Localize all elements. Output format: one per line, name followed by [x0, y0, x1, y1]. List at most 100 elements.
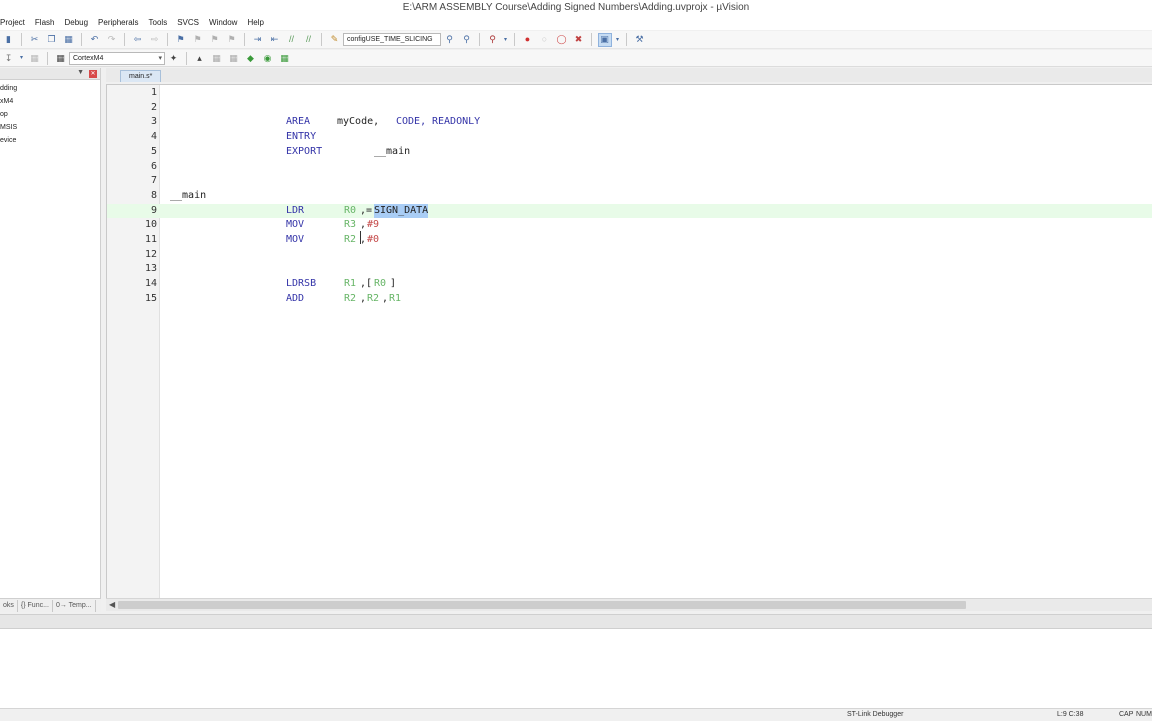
line-number: 7 — [150, 175, 157, 187]
disable-all-breakpoints-icon[interactable]: ◯ — [555, 33, 569, 47]
code-line[interactable]: 11 MOV R2, #0 — [107, 233, 1152, 248]
pin-icon[interactable]: ▼ — [77, 69, 84, 76]
status-bar: ST-Link Debugger L:9 C:38 CAP NUM — [0, 708, 1152, 720]
code-editor[interactable]: 1 2 3 AREA myCode, CODE, READONLY 4 ENTRY 5 EXPORT… — [106, 84, 1152, 599]
window-layout-icon[interactable]: ▣ — [597, 32, 612, 47]
tree-item-cmsis[interactable]: MSIS — [0, 121, 100, 134]
chevron-down-icon[interactable]: ▾ — [615, 33, 621, 47]
scrollbar-thumb[interactable] — [118, 601, 966, 609]
code-line[interactable]: 4 ENTRY — [107, 130, 1152, 145]
tree-item-device[interactable]: evice — [0, 134, 100, 147]
code-token: , — [382, 292, 389, 304]
kill-all-breakpoints-icon[interactable]: ✖ — [572, 33, 586, 47]
tree-item-project[interactable]: dding — [0, 82, 100, 95]
redo-icon[interactable]: ↷ — [105, 33, 119, 47]
code-line[interactable]: 10 MOV R3, #9 — [107, 218, 1152, 233]
code-line[interactable]: 8 __main — [107, 189, 1152, 204]
copy-icon[interactable]: ❐ — [45, 33, 59, 47]
incremental-find-icon[interactable]: ⚲ — [460, 33, 474, 47]
breakpoint-icon[interactable]: ● — [521, 33, 535, 47]
target-combo[interactable]: CortexM4 ▾ — [69, 51, 165, 65]
menu-project[interactable]: Project — [0, 16, 30, 30]
toolbar-separator — [321, 33, 322, 46]
save-icon[interactable]: ▮ — [2, 33, 16, 47]
code-line[interactable]: 9 LDR R0 ,= SIGN_DATA — [107, 203, 1152, 219]
next-bookmark-icon[interactable]: ⚑ — [208, 33, 222, 47]
code-line[interactable]: 5 EXPORT __main — [107, 145, 1152, 160]
pack-installer-icon[interactable]: ◉ — [261, 51, 275, 65]
menu-peripherals[interactable]: Peripherals — [93, 16, 143, 30]
build-toolbar: ↧ ▾ ▦ ▦ CortexM4 ▾ ✦ ▴ ▦ ▦ ◆ ◉ ▦ — [0, 50, 1152, 67]
horizontal-scrollbar[interactable]: ◀ — [106, 598, 1152, 611]
manage-project-icon[interactable]: ▴ — [193, 51, 207, 65]
code-token: SIGN_DATA — [374, 203, 429, 219]
tab-books[interactable]: oks — [0, 599, 18, 612]
prev-bookmark-icon[interactable]: ⚑ — [191, 33, 205, 47]
toolbar-separator — [626, 33, 627, 46]
bookmark-icon[interactable]: ⚑ — [174, 33, 188, 47]
clear-bookmarks-icon[interactable]: ⚑ — [225, 33, 239, 47]
close-icon[interactable]: ✕ — [89, 70, 97, 78]
tree-item-group[interactable]: op — [0, 108, 100, 121]
menu-svcs[interactable]: SVCS — [172, 16, 204, 30]
caps-lock-indicator: CAP — [1119, 711, 1134, 718]
code-token: #0 — [367, 234, 380, 245]
code-line[interactable]: 13 — [107, 262, 1152, 277]
toolbar-separator — [21, 33, 22, 46]
menu-tools[interactable]: Tools — [144, 16, 173, 30]
toolbar-separator — [514, 33, 515, 46]
find-in-files-icon[interactable]: ✎ — [328, 33, 342, 47]
flash-icon[interactable]: ▦ — [28, 51, 42, 65]
code-line[interactable]: 3 AREA myCode, CODE, READONLY — [107, 115, 1152, 130]
tree-item-target[interactable]: xM4 — [0, 95, 100, 108]
copy-project-icon[interactable]: ▦ — [210, 51, 224, 65]
configure-icon[interactable]: ⚒ — [633, 33, 647, 47]
code-token: , — [360, 292, 367, 304]
debug-session-icon[interactable]: ⚲ — [486, 33, 500, 47]
menu-help[interactable]: Help — [242, 16, 268, 30]
find-combo[interactable]: configUSE_TIME_SLICING — [343, 33, 441, 46]
code-token: ENTRY — [286, 131, 317, 143]
tab-templates[interactable]: 0→ Temp... — [53, 599, 96, 612]
code-line[interactable]: 15 ADD R2, R2, R1 — [107, 292, 1152, 307]
nav-forward-icon[interactable]: ⇨ — [148, 33, 162, 47]
code-line[interactable]: 6 — [107, 160, 1152, 175]
disable-breakpoint-icon[interactable]: ○ — [538, 33, 552, 47]
menu-flash[interactable]: Flash — [30, 16, 60, 30]
menu-debug[interactable]: Debug — [59, 16, 93, 30]
cut-icon[interactable]: ✂ — [28, 33, 42, 47]
unindent-icon[interactable]: ⇤ — [268, 33, 282, 47]
comment-icon[interactable]: // — [285, 33, 299, 47]
line-number: 8 — [150, 189, 157, 201]
nav-back-icon[interactable]: ⇦ — [131, 33, 145, 47]
chevron-down-icon[interactable]: ▾ — [19, 51, 25, 65]
debugger-status: ST-Link Debugger — [847, 711, 904, 718]
cursor-position: L:9 C:38 — [1057, 711, 1084, 718]
scroll-left-icon[interactable]: ◀ — [109, 600, 115, 609]
uncomment-icon[interactable]: // — [302, 33, 316, 47]
menu-window[interactable]: Window — [204, 16, 242, 30]
find-icon[interactable]: ⚲ — [443, 33, 457, 47]
code-token: ADD — [286, 292, 305, 304]
code-line[interactable]: 14 LDRSB R1 ,[R0] — [107, 277, 1152, 292]
components-icon[interactable]: ▦ — [278, 51, 292, 65]
select-packs-icon[interactable]: ▦ — [227, 51, 241, 65]
code-line[interactable]: 1 — [107, 86, 1152, 101]
chevron-down-icon[interactable]: ▾ — [503, 33, 509, 47]
code-token: AREA — [286, 116, 311, 128]
code-line[interactable]: 12 — [107, 248, 1152, 263]
code-line[interactable]: 2 — [107, 101, 1152, 116]
manage-run-time-icon[interactable]: ◆ — [244, 51, 258, 65]
paste-icon[interactable]: ▦ — [62, 33, 76, 47]
download-icon[interactable]: ↧ — [2, 51, 16, 65]
code-line[interactable]: 7 — [107, 174, 1152, 189]
options-for-target-icon[interactable]: ✦ — [167, 51, 181, 65]
undo-icon[interactable]: ↶ — [88, 33, 102, 47]
target-options-icon[interactable]: ▦ — [54, 51, 68, 65]
tab-main-s[interactable]: main.s* — [120, 70, 162, 82]
indent-icon[interactable]: ⇥ — [251, 33, 265, 47]
file-toolbar: ▮ ✂ ❐ ▦ ↶ ↷ ⇦ ⇨ ⚑ ⚑ ⚑ ⚑ ⇥ ⇤ // // ✎ conf… — [0, 31, 1152, 49]
line-number: 6 — [150, 160, 157, 172]
tab-functions[interactable]: {} Func... — [18, 599, 53, 612]
code-token: myCode, — [337, 116, 380, 128]
